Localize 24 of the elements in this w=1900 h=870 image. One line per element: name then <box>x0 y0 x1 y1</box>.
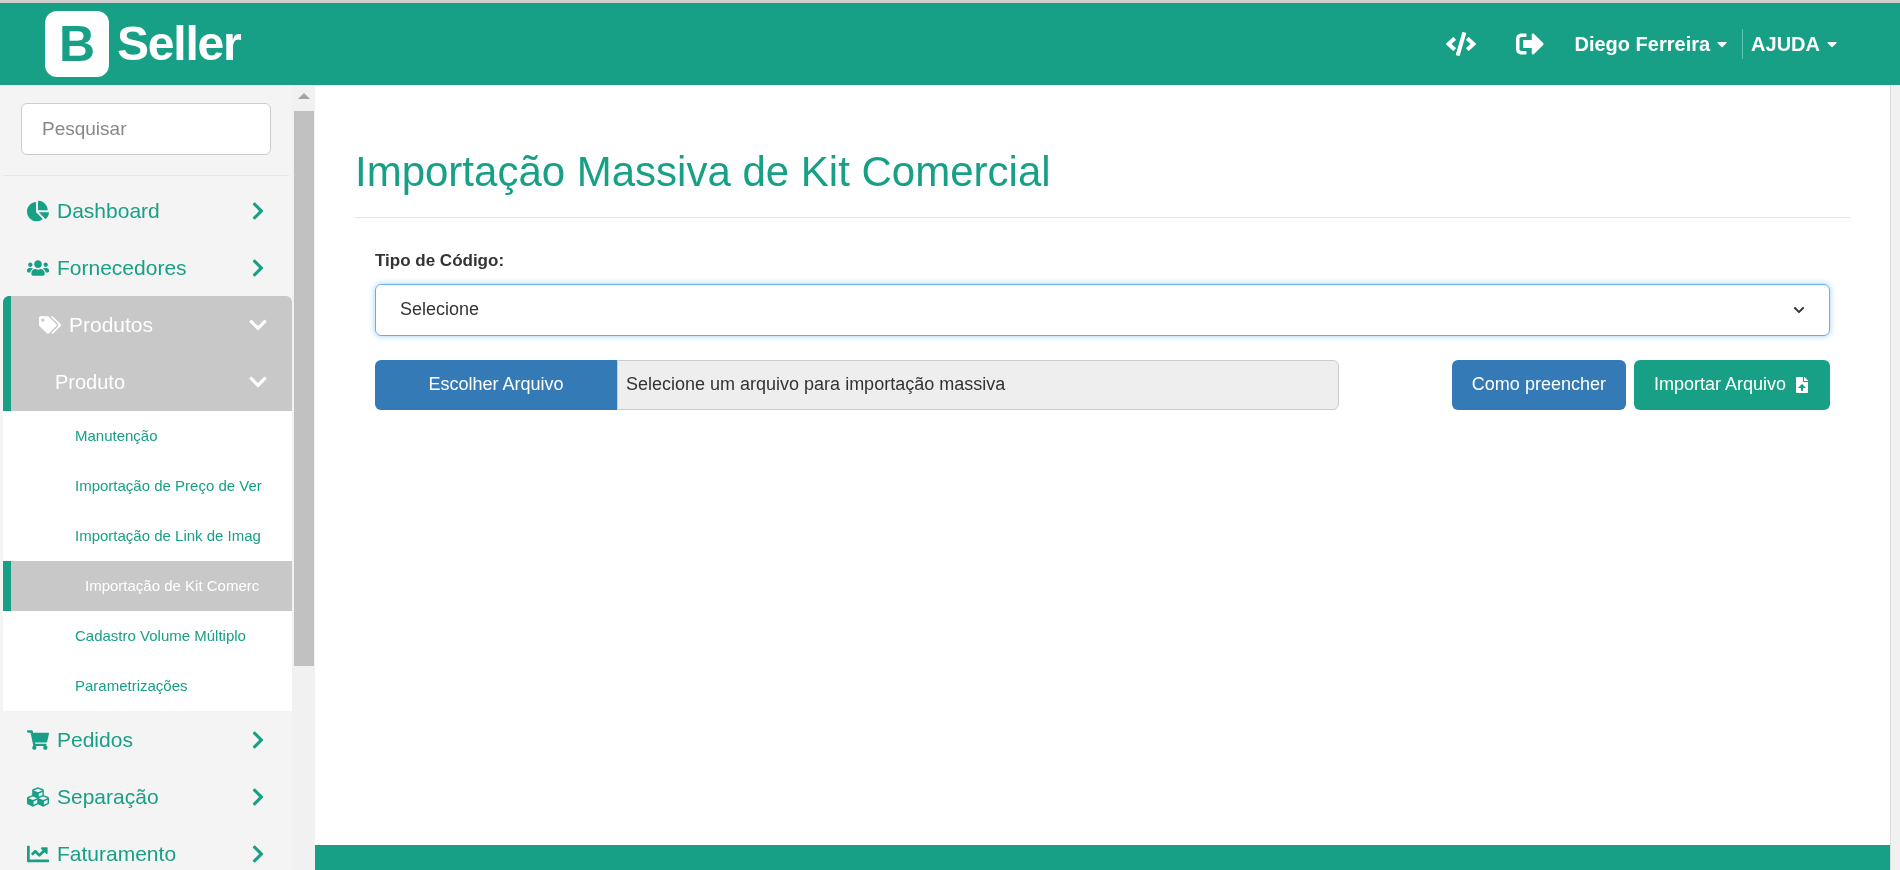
cubes-icon <box>27 785 49 808</box>
tags-icon <box>39 313 61 336</box>
field-label: Tipo de Código: <box>375 250 506 272</box>
page-scrollbar[interactable] <box>1890 85 1900 870</box>
menu-item[interactable]: Dashboard <box>3 182 292 239</box>
code-icon[interactable] <box>1446 29 1477 59</box>
menu-item[interactable]: Faturamento <box>3 825 292 870</box>
search-field[interactable]: Pesquisar <box>21 103 271 155</box>
menu-item[interactable]: Separação <box>3 768 292 825</box>
file-name-field[interactable]: Selecione um arquivo para importação massiva <box>617 359 1339 410</box>
how-to-fill-button[interactable]: Como preencher <box>1451 359 1626 410</box>
logo[interactable]: B Seller <box>45 8 241 80</box>
sidebar-scrollbar[interactable] <box>292 85 315 870</box>
help-menu[interactable]: AJUDA <box>1743 29 1840 59</box>
import-file-button[interactable]: Importar Arquivo <box>1633 359 1830 410</box>
cart-icon <box>27 728 49 751</box>
pie-chart-icon <box>27 199 49 222</box>
upload-icon <box>1794 376 1810 393</box>
menu-item[interactable]: Pedidos <box>3 711 292 768</box>
user-menu[interactable]: Diego Ferreira <box>1574 29 1743 59</box>
choose-file-button[interactable]: Escolher Arquivo <box>375 359 617 410</box>
page-title: Importação Massiva de Kit Comercial <box>355 140 1850 218</box>
code-type-select[interactable]: Selecione <box>375 283 1830 336</box>
menu-item[interactable]: Fornecedores <box>3 239 292 296</box>
